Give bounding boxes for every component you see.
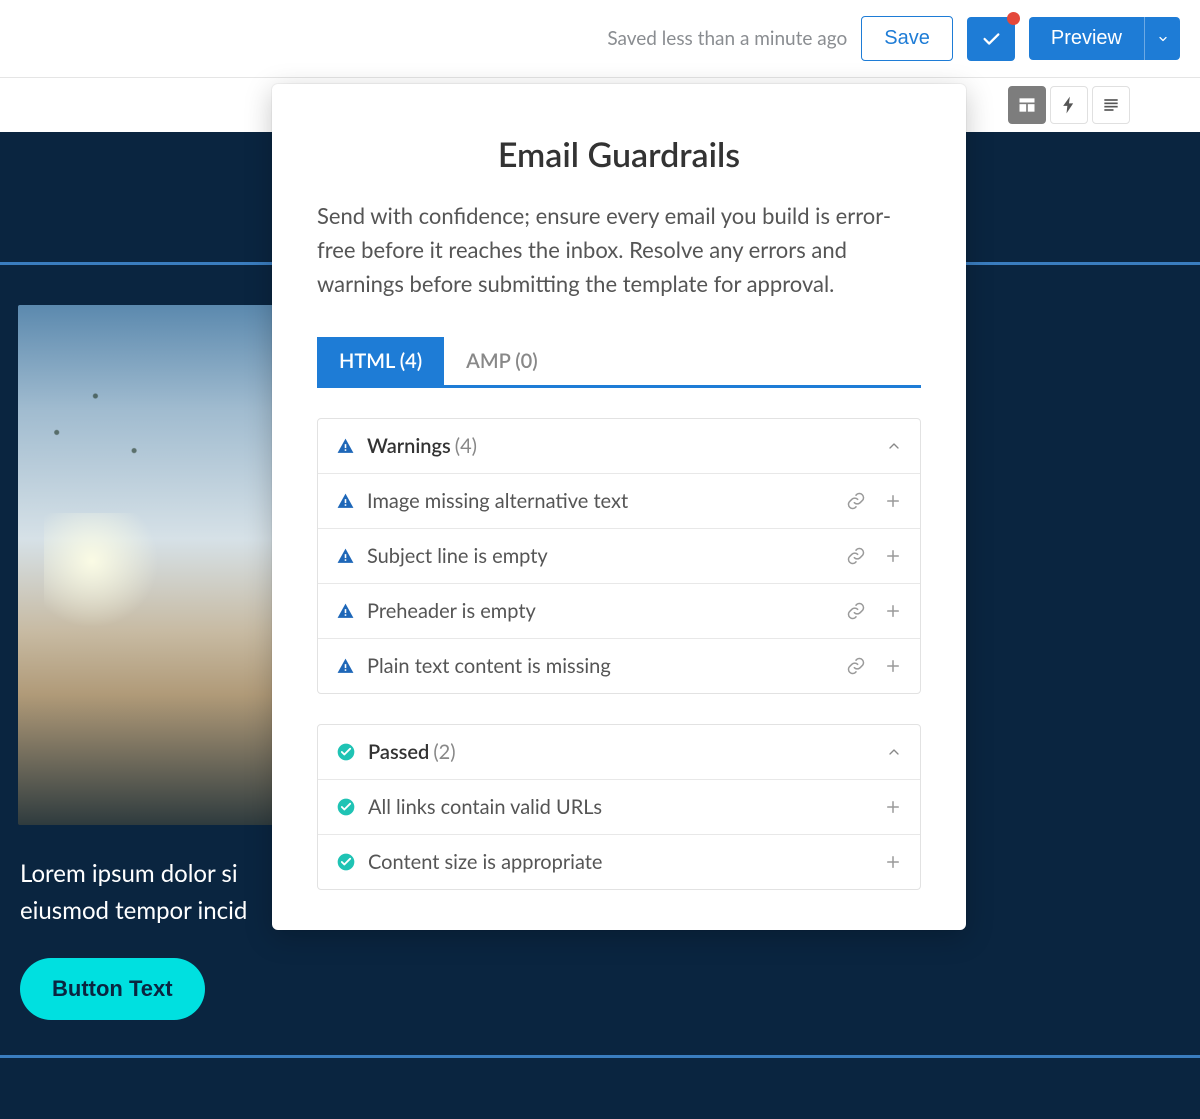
warning-icon	[336, 602, 355, 621]
warnings-group: Warnings (4) Image missing alternative t…	[317, 418, 921, 694]
check-circle-icon	[336, 797, 356, 817]
passed-item-label: All links contain valid URLs	[368, 795, 866, 819]
passed-item[interactable]: Content size is appropriate	[318, 835, 920, 889]
link-icon[interactable]	[846, 491, 866, 511]
panel-description: Send with confidence; ensure every email…	[317, 199, 921, 301]
panel-title: Email Guardrails	[317, 134, 921, 175]
lightning-icon	[1059, 95, 1079, 115]
passed-header[interactable]: Passed (2)	[318, 725, 920, 780]
passed-group: Passed (2) All links contain valid URLs …	[317, 724, 921, 890]
passed-header-count: (2)	[433, 740, 455, 764]
view-layout-button[interactable]	[1008, 86, 1046, 124]
panel-tabs: HTML (4) AMP (0)	[317, 337, 921, 388]
check-circle-icon	[336, 742, 356, 762]
expand-icon[interactable]	[884, 657, 902, 675]
canvas-image-placeholder[interactable]	[18, 305, 276, 825]
tab-html[interactable]: HTML (4)	[317, 337, 444, 385]
warning-item[interactable]: Image missing alternative text	[318, 474, 920, 529]
passed-item[interactable]: All links contain valid URLs	[318, 780, 920, 835]
saved-status: Saved less than a minute ago	[607, 27, 847, 50]
tab-amp[interactable]: AMP (0)	[444, 337, 560, 385]
save-button[interactable]: Save	[861, 16, 953, 61]
warning-icon	[336, 492, 355, 511]
warning-item-label: Plain text content is missing	[367, 654, 828, 678]
warning-item[interactable]: Preheader is empty	[318, 584, 920, 639]
chevron-up-icon	[886, 438, 902, 454]
check-icon	[980, 28, 1002, 50]
text-lines-icon	[1101, 95, 1121, 115]
view-amp-button[interactable]	[1050, 86, 1088, 124]
expand-icon[interactable]	[884, 853, 902, 871]
warning-icon	[336, 657, 355, 676]
preview-dropdown-button[interactable]	[1144, 17, 1180, 60]
expand-icon[interactable]	[884, 547, 902, 565]
warnings-header-count: (4)	[455, 434, 477, 458]
top-toolbar: Saved less than a minute ago Save Previe…	[0, 0, 1200, 78]
warning-item[interactable]: Plain text content is missing	[318, 639, 920, 693]
link-icon[interactable]	[846, 546, 866, 566]
preview-button[interactable]: Preview	[1029, 17, 1144, 60]
expand-icon[interactable]	[884, 798, 902, 816]
warning-item[interactable]: Subject line is empty	[318, 529, 920, 584]
warning-icon	[336, 547, 355, 566]
warnings-header-label: Warnings	[367, 434, 451, 458]
expand-icon[interactable]	[884, 602, 902, 620]
guardrails-panel: Email Guardrails Send with confidence; e…	[272, 84, 966, 930]
canvas-cta-button[interactable]: Button Text	[20, 958, 205, 1020]
canvas-body-text[interactable]: Lorem ipsum dolor si eiusmod tempor inci…	[20, 855, 280, 929]
chevron-down-icon	[1157, 33, 1169, 45]
passed-header-label: Passed	[368, 740, 429, 764]
link-icon[interactable]	[846, 601, 866, 621]
guardrails-check-button[interactable]	[967, 17, 1015, 61]
expand-icon[interactable]	[884, 492, 902, 510]
view-text-button[interactable]	[1092, 86, 1130, 124]
passed-item-label: Content size is appropriate	[368, 850, 866, 874]
warning-item-label: Image missing alternative text	[367, 489, 828, 513]
chevron-up-icon	[886, 744, 902, 760]
link-icon[interactable]	[846, 656, 866, 676]
check-circle-icon	[336, 852, 356, 872]
layout-icon	[1017, 95, 1037, 115]
preview-button-group: Preview	[1029, 17, 1180, 60]
warnings-header[interactable]: Warnings (4)	[318, 419, 920, 474]
warning-item-label: Preheader is empty	[367, 599, 828, 623]
warning-icon	[336, 437, 355, 456]
warning-item-label: Subject line is empty	[367, 544, 828, 568]
